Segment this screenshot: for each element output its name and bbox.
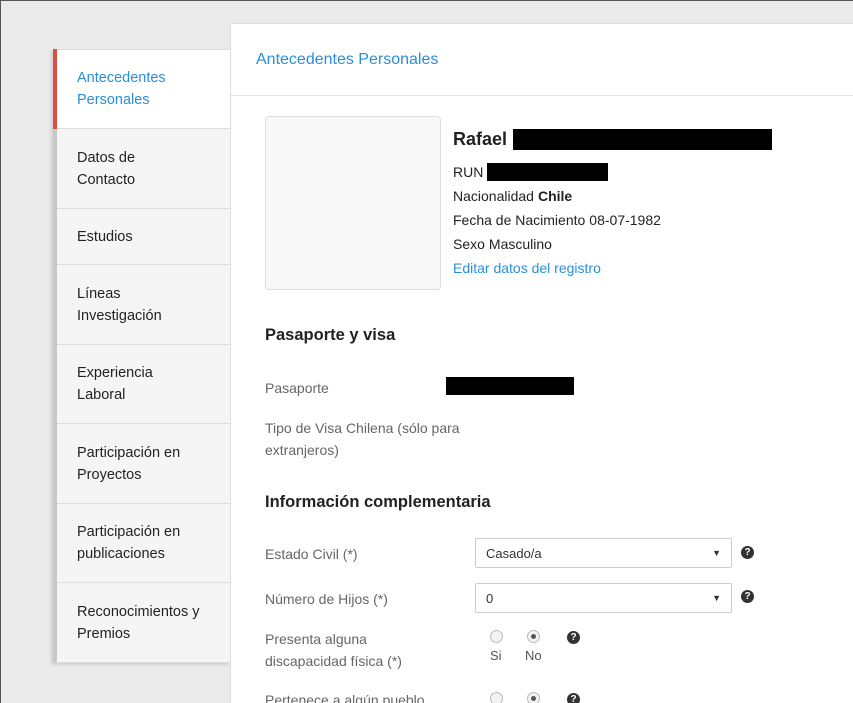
edit-registration-link[interactable]: Editar datos del registro <box>453 256 772 280</box>
sidebar-item-label: Estudios <box>77 228 133 245</box>
profile-name: Rafael <box>453 126 773 152</box>
sidebar-item-reconocimientos-premios[interactable]: Reconocimientos y Premios <box>57 583 230 662</box>
sidebar-item-datos-contacto[interactable]: Datos de Contacto <box>57 129 230 209</box>
disability-radio-no[interactable] <box>527 630 540 643</box>
disability-radio-yes[interactable] <box>490 630 503 643</box>
passport-section-title: Pasaporte y visa <box>265 326 396 344</box>
visa-label: Tipo de Visa Chilena (sólo para extranje… <box>265 420 460 458</box>
disability-label: Presenta alguna discapacidad física (*) <box>265 631 402 669</box>
panel-title: Antecedentes Personales <box>231 24 853 96</box>
sidebar-item-experiencia-laboral[interactable]: Experiencia Laboral <box>57 345 230 424</box>
sex-row: Sexo Masculino <box>453 232 772 256</box>
indigenous-radio-yes[interactable] <box>490 692 503 703</box>
redacted-last-name <box>513 128 773 150</box>
nationality-row: Nacionalidad Chile <box>453 184 772 208</box>
disability-option-yes-label: Si <box>490 648 502 663</box>
redacted-passport <box>446 377 574 395</box>
profile-photo-placeholder <box>265 116 441 290</box>
sidebar-item-antecedentes-personales[interactable]: Antecedentes Personales <box>53 49 230 129</box>
birth-value: 08-07-1982 <box>589 212 661 228</box>
children-value: 0 <box>486 590 494 606</box>
children-select[interactable]: 0 ▼ <box>475 583 732 613</box>
sidebar-item-lineas-investigacion[interactable]: Líneas Investigación <box>57 265 230 345</box>
sidebar-item-label: Participación en publicaciones <box>77 524 181 562</box>
sidebar-item-label: Datos de Contacto <box>77 149 136 188</box>
passport-label: Pasaporte <box>265 380 329 396</box>
redacted-run <box>487 163 609 181</box>
question-circle-icon[interactable]: ? <box>741 546 754 559</box>
civil-status-label: Estado Civil (*) <box>265 546 358 562</box>
question-circle-icon[interactable]: ? <box>741 590 754 603</box>
sidebar-item-label: Experiencia Laboral <box>77 365 153 403</box>
complementary-section-title: Información complementaria <box>265 493 491 511</box>
question-circle-icon[interactable]: ? <box>567 631 580 644</box>
indigenous-radio-no[interactable] <box>527 692 540 703</box>
sidebar-item-participacion-proyectos[interactable]: Participación en Proyectos <box>57 424 230 504</box>
run-row: RUN <box>453 160 772 184</box>
sidebar-item-participacion-publicaciones[interactable]: Participación en publicaciones <box>57 504 230 583</box>
profile-summary: Rafael RUN Nacionalidad Chile Fecha de N… <box>453 126 773 280</box>
birth-label: Fecha de Nacimiento <box>453 212 586 228</box>
sidebar-item-label: Líneas Investigación <box>77 285 162 324</box>
disability-option-no-label: No <box>525 648 542 663</box>
main-panel: Antecedentes Personales Rafael RUN Nacio… <box>230 23 853 703</box>
sidebar-item-estudios[interactable]: Estudios <box>57 209 230 265</box>
sidebar-item-label: Antecedentes Personales <box>77 70 166 108</box>
children-label: Número de Hijos (*) <box>265 591 388 607</box>
indigenous-label: Pertenece a algún pueblo <box>265 692 425 703</box>
sidebar-item-label: Reconocimientos y Premios <box>77 603 200 642</box>
civil-status-select[interactable]: Casado/a ▼ <box>475 538 732 568</box>
nationality-value: Chile <box>537 188 573 204</box>
caret-down-icon: ▼ <box>712 593 721 603</box>
sex-label: Sexo <box>453 236 485 252</box>
civil-status-value: Casado/a <box>486 545 542 561</box>
run-label: RUN <box>453 164 484 180</box>
sex-value: Masculino <box>488 236 552 252</box>
first-name: Rafael <box>453 128 508 149</box>
birth-row: Fecha de Nacimiento 08-07-1982 <box>453 208 772 232</box>
caret-down-icon: ▼ <box>712 548 721 558</box>
question-circle-icon[interactable]: ? <box>567 693 580 703</box>
nationality-label: Nacionalidad <box>453 188 534 204</box>
sidebar-item-label: Participación en Proyectos <box>77 444 181 483</box>
sidebar-nav: Antecedentes Personales Datos de Contact… <box>53 49 230 663</box>
